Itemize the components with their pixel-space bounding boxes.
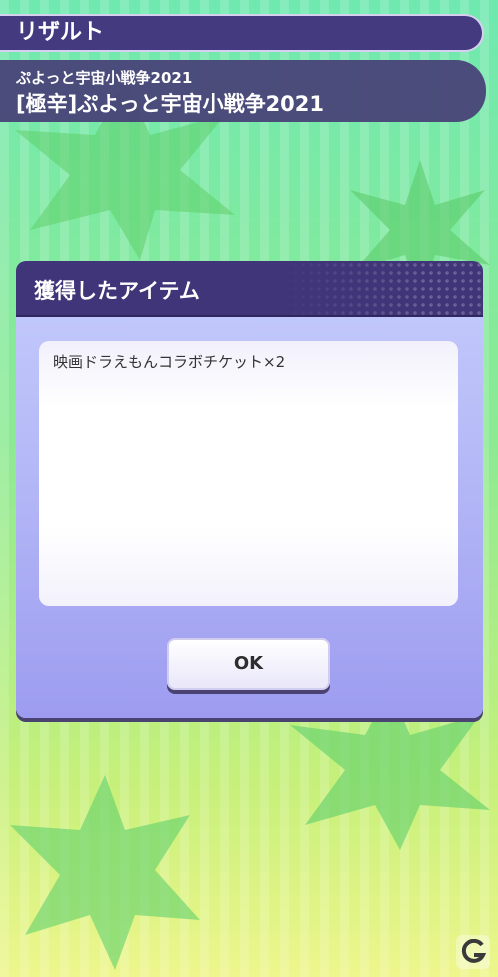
- stage-title: [極辛]ぷよっと宇宙小戦争2021: [16, 92, 325, 116]
- stage-info-bar: ぷよっと宇宙小戦争2021 [極辛]ぷよっと宇宙小戦争2021: [0, 60, 486, 122]
- page-title: リザルト: [16, 20, 105, 45]
- star-burst-decoration: [10, 775, 200, 970]
- dialog-title: 獲得したアイテム: [34, 279, 200, 303]
- stage-subtitle: ぷよっと宇宙小戦争2021: [16, 69, 193, 87]
- list-item: 映画ドラえもんコラボチケット×2: [53, 353, 286, 371]
- dialog-header: 獲得したアイテム: [16, 261, 483, 317]
- ok-button[interactable]: OK: [167, 638, 330, 690]
- site-logo-icon: [456, 935, 490, 969]
- item-list: 映画ドラえもんコラボチケット×2: [39, 341, 458, 606]
- header-dot-pattern: [283, 261, 483, 317]
- acquired-items-dialog: 獲得したアイテム 映画ドラえもんコラボチケット×2 OK: [16, 261, 483, 718]
- title-bar: リザルト: [0, 14, 484, 52]
